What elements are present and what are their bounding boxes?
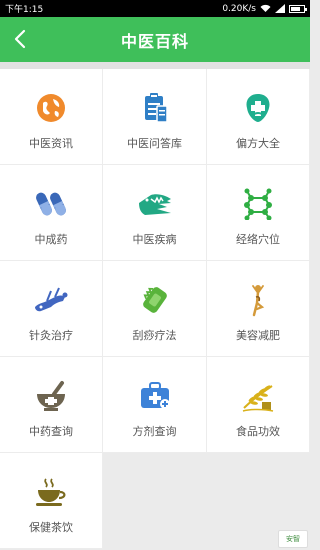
mortar-pestle-icon [33, 379, 69, 413]
network-speed: 0.20K/s [222, 3, 256, 14]
grid-item-gua-sha[interactable]: 刮痧疗法 [103, 261, 207, 357]
grid-item-remedies[interactable]: 偏方大全 [207, 69, 310, 165]
clipboard-icon [137, 91, 173, 125]
status-time: 下午1:15 [5, 5, 44, 15]
title-bar: 中医百科 [0, 17, 310, 62]
globe-icon [33, 91, 69, 125]
grid-item-prescription-search[interactable]: 方剂查询 [103, 357, 207, 453]
acupuncture-icon [33, 283, 69, 317]
medicine-bag-icon [137, 379, 173, 413]
pills-icon [33, 187, 69, 221]
grid-item-label: 经络穴位 [236, 233, 280, 246]
category-grid: 中医资讯 中医问答库 偏方大全 中成药 中医疾病 经络穴位 针灸治疗 刮痧疗法 … [0, 69, 310, 550]
grid-item-label: 针灸治疗 [29, 329, 73, 342]
grid-item-label: 美容减肥 [236, 329, 280, 342]
grid-item-label: 偏方大全 [236, 137, 280, 150]
status-right: 0.20K/s [222, 3, 307, 14]
grid-item-news[interactable]: 中医资讯 [0, 69, 103, 165]
grid-item-label: 刮痧疗法 [132, 329, 177, 342]
grid-item-label: 食品功效 [236, 425, 280, 438]
crocodile-icon [137, 187, 173, 221]
grid-item-beauty[interactable]: 美容减肥 [207, 261, 310, 357]
grid-item-label: 保健茶饮 [29, 521, 73, 534]
grid-item-meridians[interactable]: 经络穴位 [207, 165, 310, 261]
battery-icon [289, 4, 307, 13]
grid-item-label: 方剂查询 [132, 425, 177, 438]
watermark-text: 安智 [286, 535, 300, 543]
grid-item-food-effects[interactable]: 食品功效 [207, 357, 310, 453]
medical-cross-icon [240, 91, 276, 125]
grid-item-herb-search[interactable]: 中药查询 [0, 357, 103, 453]
grid-item-label: 中医资讯 [29, 137, 73, 150]
grid-item-qa[interactable]: 中医问答库 [103, 69, 207, 165]
grid-item-label: 中医疾病 [132, 233, 177, 246]
chevron-left-icon [14, 29, 26, 49]
scraper-icon [137, 283, 173, 317]
grid-item-label: 中医问答库 [127, 137, 182, 150]
back-button[interactable] [4, 21, 36, 57]
page-title: 中医百科 [120, 31, 189, 51]
tea-cup-icon [33, 475, 69, 509]
yoga-icon [240, 283, 276, 317]
grain-icon [240, 379, 276, 413]
status-bar: 下午1:15 0.20K/s [0, 0, 310, 17]
grid-item-label: 中成药 [34, 233, 68, 246]
signal-icon [275, 4, 285, 13]
header-divider [0, 62, 310, 69]
watermark-logo: 安智 [278, 530, 308, 548]
grid-item-label: 中药查询 [29, 425, 73, 438]
wifi-icon [260, 4, 271, 12]
grid-item-acupuncture[interactable]: 针灸治疗 [0, 261, 103, 357]
grid-item-health-tea[interactable]: 保健茶饮 [0, 453, 103, 549]
molecule-icon [240, 187, 276, 221]
grid-item-diseases[interactable]: 中医疾病 [103, 165, 207, 261]
grid-item-patent-medicine[interactable]: 中成药 [0, 165, 103, 261]
